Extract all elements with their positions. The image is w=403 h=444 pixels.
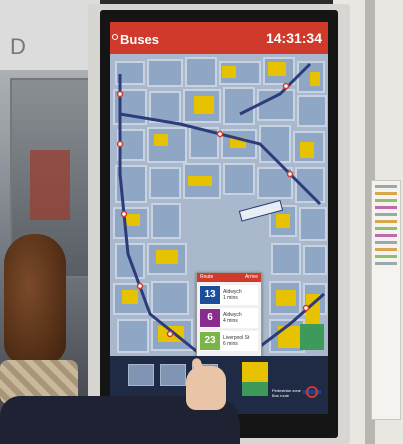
shop-sign-letter: D xyxy=(10,34,26,59)
shop-sign: D xyxy=(0,0,100,70)
screen-title: Buses xyxy=(120,32,160,47)
route-number-badge: 6 xyxy=(200,309,220,327)
card-header-left: Route xyxy=(200,274,214,280)
screen-header: Buses 14:31:34 xyxy=(110,22,328,54)
shop-display xyxy=(30,150,70,220)
person-hand xyxy=(186,366,226,410)
roundel-icon xyxy=(112,34,118,40)
card-header: Route Arrive xyxy=(197,273,261,282)
roundel-logo-icon xyxy=(306,386,318,398)
touch-screen[interactable]: Buses 14:31:34 Route Arrive 13 Aldwych 1… xyxy=(110,22,328,414)
person-head xyxy=(4,234,66,364)
clock: 14:31:34 xyxy=(265,30,322,46)
route-row[interactable]: 23 Liverpool St 6 mins xyxy=(200,331,258,351)
map-thumbnail-button[interactable] xyxy=(160,364,186,386)
legend-text: Pedestrian zone Bus route xyxy=(272,388,301,398)
street-map[interactable]: Route Arrive 13 Aldwych 1 mins 6 Aldwych… xyxy=(110,54,328,356)
card-header-right: Arrive xyxy=(244,274,258,280)
route-number-badge: 23 xyxy=(200,332,220,350)
timetable-poster xyxy=(371,180,401,420)
route-destination: Aldwych 1 mins xyxy=(223,289,242,301)
legend-swatch-green xyxy=(242,382,268,396)
route-number-badge: 13 xyxy=(200,286,220,304)
route-destination: Liverpool St 6 mins xyxy=(223,335,250,347)
route-row[interactable]: 6 Aldwych 4 mins xyxy=(200,308,258,328)
route-row[interactable]: 13 Aldwych 1 mins xyxy=(200,285,258,305)
photo-scene: D Buses 14:31:34 Route Arrive 13 Aldwych… xyxy=(0,0,403,444)
route-destination: Aldwych 4 mins xyxy=(223,312,242,324)
bus-arrivals-card[interactable]: Route Arrive 13 Aldwych 1 mins 6 Aldwych… xyxy=(196,272,262,356)
map-thumbnail-button[interactable] xyxy=(128,364,154,386)
